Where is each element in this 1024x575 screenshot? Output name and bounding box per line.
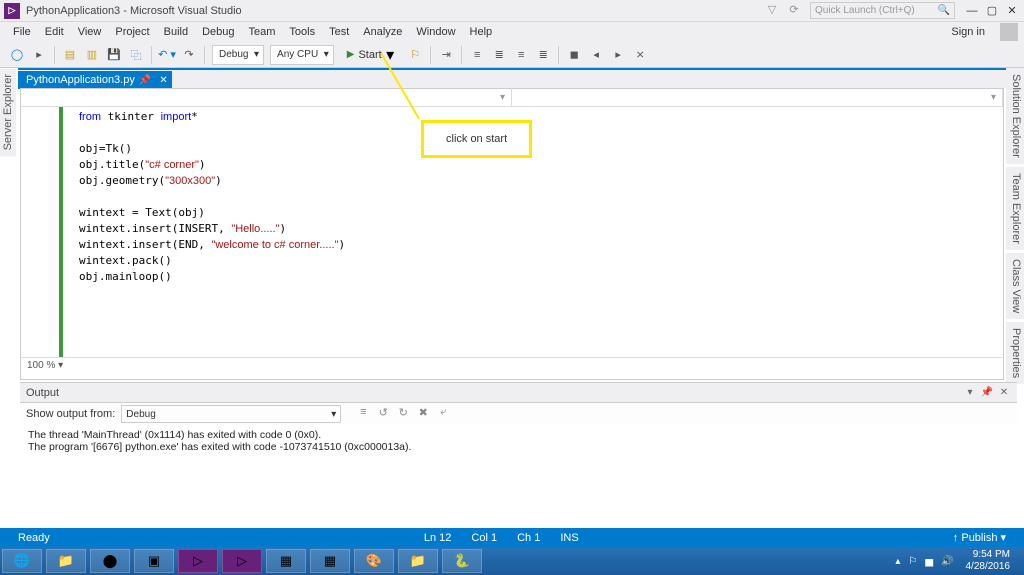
outdent-icon[interactable]: ≣ xyxy=(490,46,508,64)
redo-icon[interactable]: ↷ xyxy=(180,46,198,64)
bookmark-icon[interactable]: ◼ xyxy=(565,46,583,64)
step-icon[interactable]: ⇥ xyxy=(437,46,455,64)
start-button[interactable]: ▶ Start ▾ xyxy=(340,45,401,65)
status-ins: INS xyxy=(550,532,588,544)
menu-project[interactable]: Project xyxy=(108,26,156,38)
class-view-tab[interactable]: Class View xyxy=(1006,253,1024,319)
status-bar: Ready Ln 12 Col 1 Ch 1 INS ↑ Publish ▾ xyxy=(0,528,1024,547)
taskbar-explorer-icon[interactable]: 📁 xyxy=(46,549,86,573)
document-tabs: PythonApplication3.py 📌 ✕ xyxy=(18,68,1006,88)
team-explorer-tab[interactable]: Team Explorer xyxy=(1006,167,1024,250)
out-clear-icon[interactable]: ✖ xyxy=(415,406,431,422)
platform-select[interactable]: Any CPU ▾ xyxy=(270,45,334,65)
maximize-button[interactable]: ▢ xyxy=(984,3,1000,19)
clock: 9:54 PM 4/28/2016 xyxy=(958,549,1019,573)
dropdown-icon[interactable]: ▾ xyxy=(963,387,977,398)
status-ch: Ch 1 xyxy=(507,532,550,544)
publish-button[interactable]: ↑ Publish ▾ xyxy=(943,531,1016,544)
taskbar-python-icon[interactable]: 🐍 xyxy=(442,549,482,573)
menu-help[interactable]: Help xyxy=(463,26,500,38)
next-bm-icon[interactable]: ▸ xyxy=(609,46,627,64)
menu-tools[interactable]: Tools xyxy=(282,26,322,38)
undo-icon[interactable]: ↶ ▾ xyxy=(158,46,176,64)
open-icon[interactable]: ▥ xyxy=(83,46,101,64)
toolbar: ◯ ▸ ▤ ▥ 💾 ⿻ ↶ ▾ ↷ Debug ▾ Any CPU ▾ ▶ St… xyxy=(0,42,1024,68)
member-selector[interactable]: ▾ xyxy=(512,89,1003,106)
menubar: File Edit View Project Build Debug Team … xyxy=(0,22,1024,42)
minimize-button[interactable]: — xyxy=(964,3,980,19)
tray-vol-icon: 🔊 xyxy=(937,556,957,567)
output-source-select[interactable]: Debug▾ xyxy=(121,405,341,423)
prev-bm-icon[interactable]: ◂ xyxy=(587,46,605,64)
taskbar-app2-icon[interactable]: ▦ xyxy=(266,549,306,573)
out-wrap-icon[interactable]: ⤶ xyxy=(435,406,451,422)
annotation-callout: click on start xyxy=(421,120,532,158)
properties-tab[interactable]: Properties xyxy=(1006,322,1024,384)
play-icon: ▶ xyxy=(347,49,355,60)
menu-debug[interactable]: Debug xyxy=(195,26,241,38)
out-ico2[interactable]: ↺ xyxy=(375,406,391,422)
indent-icon[interactable]: ≡ xyxy=(468,46,486,64)
menu-analyze[interactable]: Analyze xyxy=(356,26,409,38)
status-line: Ln 12 xyxy=(414,532,462,544)
save-all-icon[interactable]: ⿻ xyxy=(127,46,145,64)
taskbar-app-icon[interactable]: ▣ xyxy=(134,549,174,573)
taskbar-vs2-icon[interactable]: ▷ xyxy=(222,549,262,573)
tray-net-icon: ▅ xyxy=(921,556,937,567)
titlebar: ▷ PythonApplication3 - Microsoft Visual … xyxy=(0,0,1024,22)
show-output-label: Show output from: xyxy=(26,408,115,420)
output-title: Output xyxy=(26,387,59,399)
comment-icon[interactable]: ≡ xyxy=(512,46,530,64)
out-ico1[interactable]: ≡ xyxy=(355,406,371,422)
menu-edit[interactable]: Edit xyxy=(38,26,71,38)
menu-file[interactable]: File xyxy=(6,26,38,38)
save-icon[interactable]: 💾 xyxy=(105,46,123,64)
zoom-level[interactable]: 100 % ▾ xyxy=(21,357,1003,373)
pin-icon[interactable]: 📌 xyxy=(139,75,151,86)
status-ready: Ready xyxy=(8,532,60,544)
taskbar-vs-icon[interactable]: ▷ xyxy=(178,549,218,573)
taskbar-app3-icon[interactable]: ▦ xyxy=(310,549,350,573)
server-explorer-tab[interactable]: Server Explorer xyxy=(0,68,16,156)
taskbar-ie-icon[interactable]: 🌐 xyxy=(2,549,42,573)
config-select[interactable]: Debug ▾ xyxy=(212,45,264,65)
close-tab-icon[interactable]: ✕ xyxy=(159,75,167,86)
taskbar-paint-icon[interactable]: 🎨 xyxy=(354,549,394,573)
new-project-icon[interactable]: ▤ xyxy=(61,46,79,64)
close-panel-icon[interactable]: ✕ xyxy=(997,387,1011,398)
clear-bm-icon[interactable]: ⨯ xyxy=(631,46,649,64)
output-text[interactable]: The thread 'MainThread' (0x1114) has exi… xyxy=(20,425,1017,457)
taskbar-explorer2-icon[interactable]: 📁 xyxy=(398,549,438,573)
scope-selector[interactable]: ▾ xyxy=(21,89,512,106)
status-col: Col 1 xyxy=(461,532,507,544)
menu-team[interactable]: Team xyxy=(242,26,283,38)
quick-launch-input[interactable]: Quick Launch (Ctrl+Q)🔍 xyxy=(810,2,955,19)
close-button[interactable]: ✕ xyxy=(1004,3,1020,19)
code-text[interactable]: from tkinter import* obj=Tk() obj.title(… xyxy=(63,107,361,357)
menu-test[interactable]: Test xyxy=(322,26,356,38)
windows-taskbar: 🌐 📁 ⬤ ▣ ▷ ▷ ▦ ▦ 🎨 📁 🐍 ▴ ⚐ ▅ 🔊 9:54 PM 4/… xyxy=(0,547,1024,575)
menu-window[interactable]: Window xyxy=(409,26,462,38)
fwd-nav-icon[interactable]: ▸ xyxy=(30,46,48,64)
active-file-tab[interactable]: PythonApplication3.py 📌 ✕ xyxy=(18,71,172,89)
tray-up-icon: ▴ xyxy=(891,556,904,567)
signin-link[interactable]: Sign in xyxy=(944,26,992,38)
out-ico3[interactable]: ↻ xyxy=(395,406,411,422)
breakpoint-icon[interactable]: ⚐ xyxy=(406,46,424,64)
back-nav-icon[interactable]: ◯ xyxy=(8,46,26,64)
vs-logo-icon: ▷ xyxy=(4,3,20,19)
taskbar-chrome-icon[interactable]: ⬤ xyxy=(90,549,130,573)
output-panel: Output ▾ 📌 ✕ Show output from: Debug▾ ≡ … xyxy=(20,382,1017,528)
pin-panel-icon[interactable]: 📌 xyxy=(980,387,994,398)
solution-explorer-tab[interactable]: Solution Explorer xyxy=(1006,68,1024,164)
feedback-icon[interactable]: ⟳ xyxy=(786,3,802,19)
user-icon[interactable] xyxy=(1000,23,1018,41)
window-title: PythonApplication3 - Microsoft Visual St… xyxy=(26,5,242,17)
system-tray[interactable]: ▴ ⚐ ▅ 🔊 9:54 PM 4/28/2016 xyxy=(891,549,1024,573)
menu-view[interactable]: View xyxy=(71,26,109,38)
uncomment-icon[interactable]: ≣ xyxy=(534,46,552,64)
notify-icon[interactable]: ▽ xyxy=(764,3,780,19)
tray-flag-icon: ⚐ xyxy=(904,556,921,567)
menu-build[interactable]: Build xyxy=(157,26,195,38)
